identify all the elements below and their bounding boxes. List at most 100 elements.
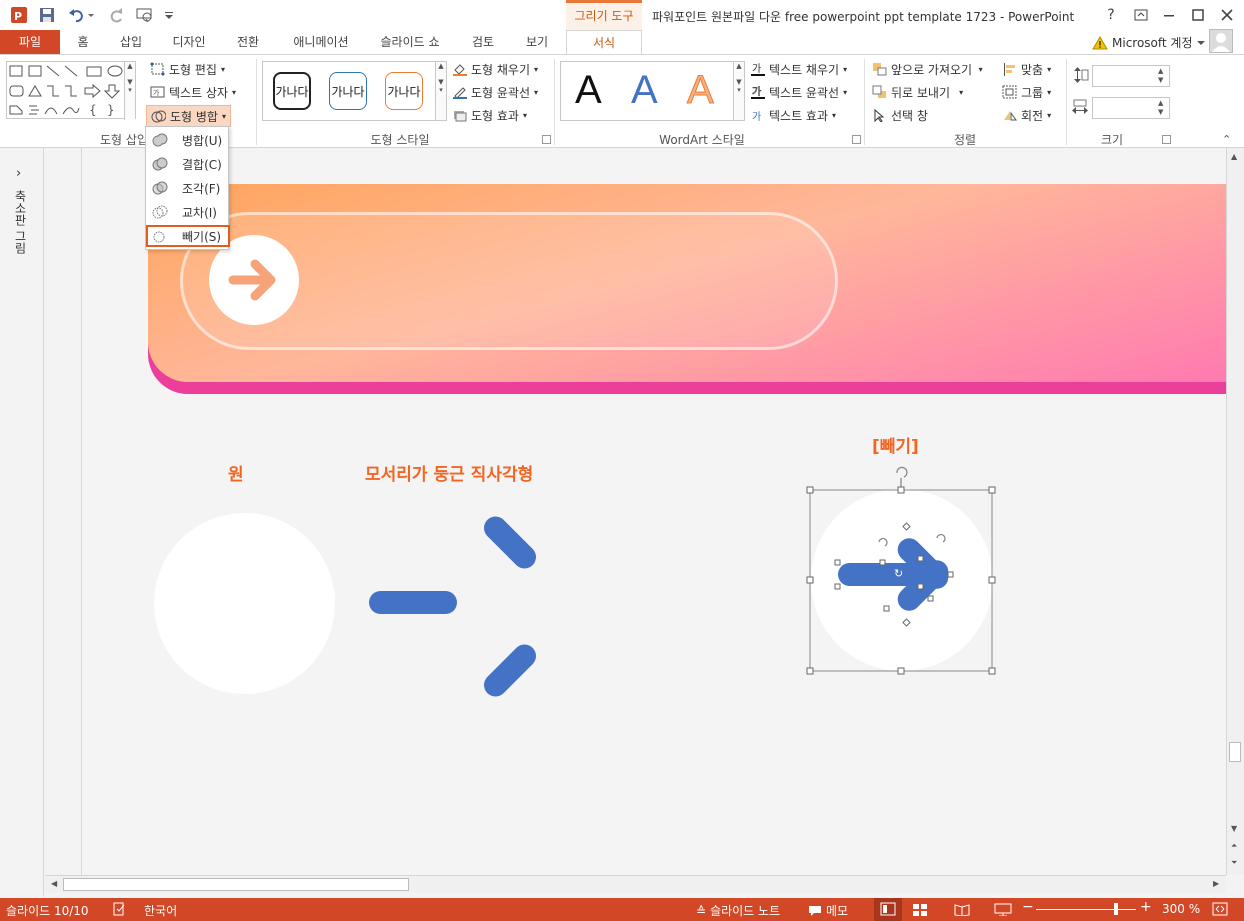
slide-counter[interactable]: 슬라이드 10/10 xyxy=(6,902,89,919)
normal-view-button[interactable] xyxy=(874,898,902,921)
notes-button[interactable]: ≙ 슬라이드 노트 xyxy=(696,902,780,919)
rotate-button[interactable]: 회전 ▾ xyxy=(1002,105,1051,125)
tab-format[interactable]: 서식 xyxy=(566,30,642,54)
text-box-icon: 가 xyxy=(150,86,165,98)
dialog-launcher-icon[interactable] xyxy=(852,135,861,144)
zoom-in-button[interactable]: + xyxy=(1140,899,1152,915)
wordart-sample-orange[interactable]: A xyxy=(687,68,715,113)
vertical-scrollbar[interactable]: ▲ ▼ ⏶ ⏷ xyxy=(1226,148,1244,875)
text-outline-button[interactable]: 가 텍스트 윤곽선 ▾ xyxy=(750,82,847,102)
style-gallery-scroll[interactable]: ▲ ▼ ▾ xyxy=(435,62,446,120)
rounded-rectangle-horizontal[interactable] xyxy=(369,591,457,614)
white-circle-shape[interactable] xyxy=(154,513,335,694)
menu-item-intersect[interactable]: 교차(I) xyxy=(148,201,226,223)
zoom-level[interactable]: 300 % xyxy=(1162,902,1200,916)
tab-file[interactable]: 파일 xyxy=(0,30,60,54)
language-indicator[interactable]: 한국어 xyxy=(144,902,177,919)
help-button[interactable]: ? xyxy=(1098,4,1124,26)
fit-to-window-icon[interactable] xyxy=(1212,902,1228,919)
expand-thumbnails-icon[interactable]: › xyxy=(16,166,21,181)
rounded-rectangle-lower[interactable] xyxy=(479,640,541,702)
slide-show-view-icon[interactable] xyxy=(994,903,1012,919)
wordart-sample-blue[interactable]: A xyxy=(631,68,658,113)
tab-insert[interactable]: 삽입 xyxy=(110,30,152,54)
shape-style-sample[interactable]: 가나다 xyxy=(329,72,367,110)
shape-style-gallery[interactable]: 가나다 가나다 가나다 ▲ ▼ ▾ xyxy=(262,61,447,121)
group-divider xyxy=(554,59,555,145)
selection-pane-button[interactable]: 선택 창 xyxy=(872,105,928,125)
maximize-button[interactable] xyxy=(1185,4,1211,26)
scroll-up-icon[interactable]: ▲ xyxy=(1231,152,1237,161)
tab-design[interactable]: 디자인 xyxy=(164,30,214,54)
caption-rounded-rectangle[interactable]: 모서리가 둥근 직사각형 xyxy=(365,460,533,485)
edit-shape-button[interactable]: 도형 편집 ▾ xyxy=(150,59,225,79)
vertical-scroll-thumb[interactable] xyxy=(1229,742,1241,762)
reading-view-icon[interactable] xyxy=(954,903,970,919)
ribbon-display-options-button[interactable] xyxy=(1128,4,1154,26)
caption-circle[interactable]: 원 xyxy=(228,460,244,485)
tab-slide-show[interactable]: 슬라이드 쇼 xyxy=(372,30,448,54)
tab-review[interactable]: 검토 xyxy=(462,30,504,54)
height-spinner-icon[interactable]: ▲ ▼ xyxy=(1158,67,1163,85)
dialog-launcher-icon[interactable] xyxy=(542,135,551,144)
wordart-gallery-scroll[interactable]: ▲ ▼ ▾ xyxy=(733,62,744,120)
subtract-demo-selection[interactable]: ↻ xyxy=(800,460,1005,680)
arrow-shaft-shape[interactable] xyxy=(838,563,922,586)
scroll-down-icon[interactable]: ▼ xyxy=(1231,824,1237,833)
caption-subtract[interactable]: [빼기] xyxy=(872,432,919,457)
shape-style-sample[interactable]: 가나다 xyxy=(273,72,311,110)
collapse-ribbon-icon[interactable]: ⌃ xyxy=(1222,133,1231,146)
menu-item-fragment[interactable]: 조각(F) xyxy=(148,177,226,199)
shape-effects-button[interactable]: 도형 효과 ▾ xyxy=(452,105,527,125)
thumbnails-label[interactable]: 축소판 그림 xyxy=(12,190,29,254)
wordart-sample-black[interactable]: A xyxy=(575,68,602,113)
next-slide-icon[interactable]: ⏷ xyxy=(1231,858,1237,868)
width-spinner-icon[interactable]: ▲ ▼ xyxy=(1158,99,1163,117)
rotate-handle-icon[interactable]: ↻ xyxy=(894,567,903,580)
account-menu[interactable]: Microsoft 계정 xyxy=(1092,34,1205,51)
zoom-slider-thumb[interactable] xyxy=(1114,903,1118,915)
present-from-start-icon[interactable] xyxy=(135,5,159,25)
dialog-launcher-icon[interactable] xyxy=(1162,135,1171,144)
rounded-rectangle-upper[interactable] xyxy=(479,512,541,574)
scroll-right-icon[interactable]: ▶ xyxy=(1213,879,1219,888)
text-fill-button[interactable]: 가 텍스트 채우기 ▾ xyxy=(750,59,847,79)
slide-sorter-view-icon[interactable] xyxy=(912,903,928,919)
redo-icon[interactable] xyxy=(106,5,126,25)
merge-shapes-button[interactable]: 도형 병합 ▾ xyxy=(146,105,231,127)
bring-forward-button[interactable]: 앞으로 가져오기 ▾ xyxy=(872,59,983,79)
group-button[interactable]: 그룹 ▾ xyxy=(1002,82,1051,102)
minimize-button[interactable] xyxy=(1156,4,1182,26)
tab-animations[interactable]: 애니메이션 xyxy=(282,30,360,54)
save-icon[interactable] xyxy=(37,5,57,25)
shape-gallery[interactable]: {} ▲ ▼ ▾ xyxy=(6,61,136,120)
previous-slide-icon[interactable]: ⏶ xyxy=(1231,841,1237,851)
send-backward-button[interactable]: 뒤로 보내기 ▾ xyxy=(872,82,963,102)
close-button[interactable] xyxy=(1214,4,1240,26)
spelling-check-icon[interactable] xyxy=(112,902,126,916)
horizontal-scroll-thumb[interactable] xyxy=(63,878,409,891)
zoom-out-button[interactable]: − xyxy=(1022,899,1034,915)
rounded-rectangle-shapes[interactable] xyxy=(360,505,550,705)
shape-style-sample[interactable]: 가나다 xyxy=(385,72,423,110)
text-effects-button[interactable]: 가 텍스트 효과 ▾ xyxy=(750,105,836,125)
align-button[interactable]: 맞춤 ▾ xyxy=(1002,59,1051,79)
comments-button[interactable]: 메모 xyxy=(808,902,848,919)
menu-item-union[interactable]: 병합(U) xyxy=(148,129,226,151)
shape-fill-button[interactable]: 도형 채우기 ▾ xyxy=(452,59,538,79)
menu-item-subtract[interactable]: 빼기(S) xyxy=(146,225,230,247)
text-box-button[interactable]: 가 텍스트 상자 ▾ xyxy=(150,82,236,102)
tab-view[interactable]: 보기 xyxy=(516,30,558,54)
shape-gallery-scroll[interactable]: ▲ ▼ ▾ xyxy=(124,62,135,120)
customize-toolbar-icon[interactable] xyxy=(162,5,176,25)
zoom-slider[interactable] xyxy=(1036,909,1136,910)
tab-transitions[interactable]: 전환 xyxy=(228,30,268,54)
avatar[interactable] xyxy=(1209,29,1233,53)
scroll-left-icon[interactable]: ◀ xyxy=(51,879,57,888)
shape-outline-button[interactable]: 도형 윤곽선 ▾ xyxy=(452,82,538,102)
tab-home[interactable]: 홈 xyxy=(68,30,98,54)
menu-item-combine[interactable]: 결합(C) xyxy=(148,153,226,175)
horizontal-scrollbar[interactable]: ◀ ▶ xyxy=(45,875,1226,893)
undo-icon[interactable] xyxy=(66,5,96,25)
wordart-gallery[interactable]: A A A ▲ ▼ ▾ xyxy=(560,61,745,121)
